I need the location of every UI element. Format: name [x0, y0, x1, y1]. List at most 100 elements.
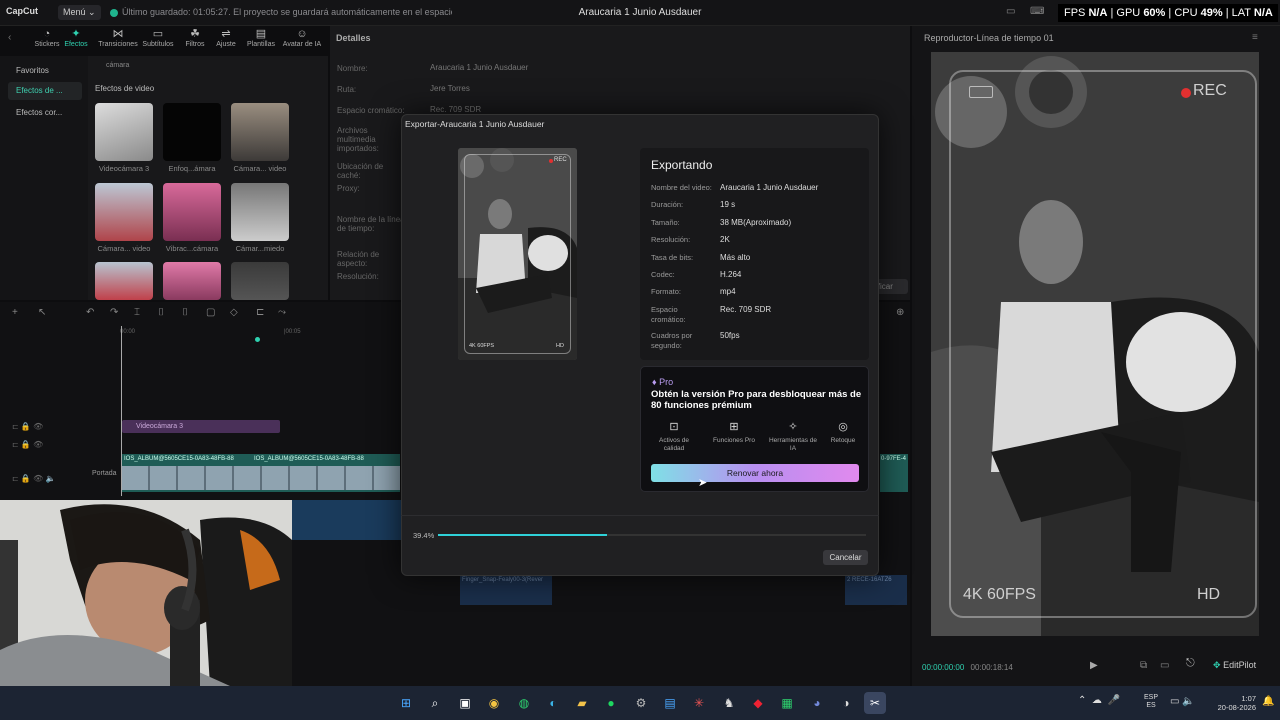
video-clip[interactable]: IOS_ALBUM@5605CE15-0A83-48FB-88 IOS_ALBU… — [122, 454, 400, 492]
ratio-icon[interactable]: ▭ — [1160, 660, 1169, 671]
store-icon[interactable]: ▤ — [659, 692, 681, 714]
audio-clip[interactable]: 2 RECE-16ATZ6 — [845, 575, 907, 605]
split-right-icon[interactable]: ⌷ — [182, 307, 188, 318]
search-input[interactable]: cámara — [96, 62, 316, 74]
windows-start-icon[interactable]: ⊞ — [395, 692, 417, 714]
split-left-icon[interactable]: ⌷ — [158, 307, 164, 318]
effect-thumb[interactable] — [95, 183, 153, 241]
collapse-icon[interactable]: ‹ — [8, 32, 11, 43]
cpu-label: CPU — [1174, 7, 1198, 19]
detail-key: Ruta: — [337, 85, 357, 94]
effect-label: Cámara... video — [97, 244, 151, 253]
renew-now-button[interactable]: Renovar ahora — [651, 464, 859, 482]
add-track-icon[interactable]: + — [12, 307, 18, 318]
app-icon[interactable]: ◆ — [747, 692, 769, 714]
app-icon[interactable]: ✳ — [688, 692, 710, 714]
export-preview: REC 4K 60FPS HD — [458, 148, 577, 360]
effect-thumb[interactable] — [163, 262, 221, 300]
settings-icon[interactable]: ⚙ — [630, 692, 652, 714]
file-explorer-icon[interactable]: ▰ — [571, 692, 593, 714]
feature-ai-tools: ✧ Herramientas de IA — [768, 421, 818, 452]
preview-fps-label: 4K 60FPS — [469, 343, 495, 349]
clip-label: IOS_ALBUM@5605CE15-0A83-48FB-88 — [124, 456, 234, 462]
effect-thumb[interactable] — [163, 183, 221, 241]
time-marker: |00:05 — [284, 329, 301, 335]
editpilot-icon: ✥ — [1213, 660, 1221, 670]
detail-key: Nombre: — [337, 64, 368, 73]
sidebar-item-efectos-cuerpo[interactable]: Efectos cor... — [8, 104, 82, 122]
effect-thumb[interactable] — [163, 103, 221, 161]
effect-thumb[interactable] — [231, 183, 289, 241]
info-value: mp4 — [720, 287, 736, 296]
audio-clip[interactable] — [292, 500, 402, 540]
select-tool-icon[interactable]: ↖ — [38, 307, 46, 318]
auto-icon[interactable]: ⤳ — [278, 307, 286, 318]
edge-icon[interactable]: ◐ — [542, 692, 564, 714]
info-value: Más alto — [720, 253, 751, 262]
video-preview[interactable]: REC 4K 60FPS HD — [931, 52, 1259, 636]
editpilot-button[interactable]: ✥ EditPilot — [1213, 656, 1269, 674]
crop-icon[interactable]: ⊏ — [256, 307, 264, 318]
cover-label[interactable]: Portada — [92, 470, 117, 477]
play-icon[interactable]: ▶ — [1090, 660, 1098, 671]
gpu-value: 60% — [1143, 7, 1166, 19]
keyframe-marker[interactable] — [255, 337, 260, 342]
system-tray[interactable]: ⌃ ☁ 🎤 — [1078, 695, 1120, 706]
layout-icon[interactable]: ▭ — [1006, 6, 1015, 17]
chrome-icon[interactable]: ◉ — [483, 692, 505, 714]
video-clip[interactable]: 0-97FE-4 — [880, 454, 908, 492]
audio-clip[interactable]: Finger_Snap-Fealy00-3(Rever — [460, 575, 552, 605]
filter-icon: ☘ — [190, 28, 200, 40]
network-volume-icons[interactable]: ▭ 🔈 — [1170, 696, 1195, 707]
tab-ajuste[interactable]: ⇌ Ajuste — [209, 28, 243, 48]
menu-button[interactable]: Menú ⌄ — [58, 5, 101, 20]
discord-icon[interactable]: ◕ — [806, 692, 828, 714]
sidebar-item-favoritos[interactable]: Favoritos — [8, 62, 82, 80]
effect-label: Videocámara 3 — [98, 164, 150, 173]
effect-thumb[interactable] — [231, 103, 289, 161]
track-controls-icon[interactable]: ⊏ 🔒 👁 — [12, 440, 43, 449]
feature-retouch: ◎ Retoque — [817, 420, 869, 445]
shortcut-icon[interactable]: ⌨ — [1030, 6, 1044, 17]
app-icon[interactable]: ▦ — [776, 692, 798, 714]
taskbar-clock[interactable]: 1:07 20-08-2026 — [1206, 694, 1256, 712]
spotify-icon[interactable]: ● — [600, 692, 622, 714]
tab-avatar-ia[interactable]: ☺ Avatar de IA — [280, 28, 324, 48]
sidebar-item-efectos-video[interactable]: Efectos de ... — [8, 82, 82, 100]
tab-subtitulos[interactable]: ▭ Subtítulos — [140, 28, 176, 48]
tab-transiciones[interactable]: ⋈ Transiciones — [98, 28, 138, 48]
cancel-button[interactable]: Cancelar — [823, 550, 868, 565]
app-icon[interactable]: ♞ — [718, 692, 740, 714]
tab-efectos[interactable]: ✦ Efectos — [59, 28, 93, 48]
whatsapp-icon[interactable]: ◍ — [513, 692, 535, 714]
effect-thumb[interactable] — [95, 262, 153, 300]
task-view-icon[interactable]: ▣ — [454, 692, 476, 714]
share-icon[interactable]: ⎋ — [1186, 657, 1195, 670]
clock-date: 20-08-2026 — [1217, 703, 1256, 712]
zoom-icon[interactable]: ⊕ — [896, 307, 904, 318]
redo-icon[interactable]: ↷ — [110, 307, 118, 318]
tab-plantillas[interactable]: ▤ Plantillas — [244, 28, 278, 48]
search-icon[interactable]: ⌕ — [424, 692, 446, 714]
clip-label: 2 RECE-16ATZ6 — [847, 577, 892, 583]
effects-section-title: Efectos de video — [95, 84, 155, 93]
marker-icon[interactable]: ◇ — [230, 307, 238, 318]
app-icon[interactable]: ◑ — [835, 692, 857, 714]
crop-icon[interactable]: ⧉ — [1140, 660, 1147, 671]
language-indicator[interactable]: ESP ES — [1144, 694, 1158, 710]
split-icon[interactable]: ⌶ — [134, 307, 140, 318]
effect-thumb[interactable] — [231, 262, 289, 300]
track-controls-icon[interactable]: ⊏ 🔒 👁 🔈 — [12, 474, 55, 483]
delete-icon[interactable]: ▢ — [206, 307, 215, 318]
capcut-icon[interactable]: ✂ — [864, 692, 886, 714]
time-marker: 00:00 — [120, 329, 136, 335]
notification-icon[interactable]: 🔔 — [1262, 696, 1274, 707]
webcam-overlay — [0, 500, 292, 686]
effect-thumb[interactable] — [95, 103, 153, 161]
effect-clip[interactable]: Videocámara 3 — [122, 420, 280, 433]
undo-icon[interactable]: ↶ — [86, 307, 94, 318]
tab-filtros[interactable]: ☘ Filtros — [178, 28, 212, 48]
menu-icon[interactable]: ≡ — [1252, 32, 1258, 43]
track-controls-icon[interactable]: ⊏ 🔒 👁 — [12, 422, 43, 431]
avatar-icon: ☺ — [296, 28, 308, 40]
